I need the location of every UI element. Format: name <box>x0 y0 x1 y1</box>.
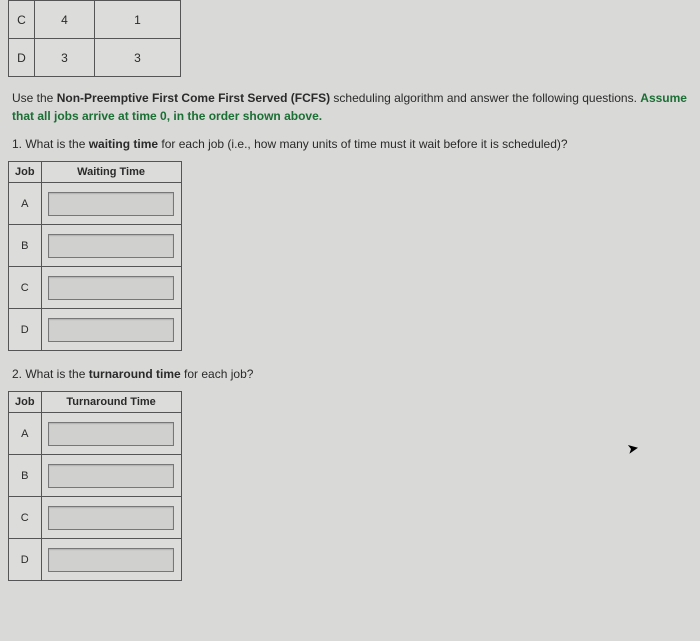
question-1-prompt: 1. What is the waiting time for each job… <box>12 135 688 153</box>
q1-bold: waiting time <box>89 137 158 151</box>
q2-pre: What is the <box>25 367 88 381</box>
turnaround-time-table: Job Turnaround Time A B C D <box>8 391 182 581</box>
table-row: B <box>9 225 182 267</box>
value-cell: 3 <box>35 39 95 77</box>
question-2-prompt: 2. What is the turnaround time for each … <box>12 365 688 383</box>
table-header-row: Job Turnaround Time <box>9 392 182 413</box>
turnaround-time-d-input[interactable] <box>48 548 174 572</box>
job-label: D <box>9 539 42 581</box>
waiting-time-c-input[interactable] <box>48 276 174 300</box>
job-label: C <box>9 497 42 539</box>
job-label: B <box>9 225 42 267</box>
instruction-pre: Use the <box>12 91 57 105</box>
waiting-time-a-input[interactable] <box>48 192 174 216</box>
input-cell <box>41 183 181 225</box>
table-row: B <box>9 455 182 497</box>
instruction-mid: scheduling algorithm and answer the foll… <box>330 91 640 105</box>
input-cell <box>41 455 181 497</box>
job-header: Job <box>9 392 42 413</box>
value-cell: 3 <box>95 39 181 77</box>
turnaround-time-b-input[interactable] <box>48 464 174 488</box>
instruction-bold: Non-Preemptive First Come First Served (… <box>57 91 330 105</box>
table-row: C <box>9 497 182 539</box>
turnaround-time-header: Turnaround Time <box>41 392 181 413</box>
table-row: D <box>9 309 182 351</box>
job-header: Job <box>9 162 42 183</box>
job-label: A <box>9 413 42 455</box>
table-row: C <box>9 267 182 309</box>
job-data-table-partial: C 4 1 D 3 3 <box>8 0 181 77</box>
waiting-time-d-input[interactable] <box>48 318 174 342</box>
turnaround-time-c-input[interactable] <box>48 506 174 530</box>
input-cell <box>41 267 181 309</box>
waiting-time-table: Job Waiting Time A B C D <box>8 161 182 351</box>
q2-post: for each job? <box>181 367 254 381</box>
job-label: D <box>9 309 42 351</box>
input-cell <box>41 309 181 351</box>
value-cell: 1 <box>95 1 181 39</box>
table-row: C 4 1 <box>9 1 181 39</box>
input-cell <box>41 225 181 267</box>
turnaround-time-a-input[interactable] <box>48 422 174 446</box>
table-row: A <box>9 413 182 455</box>
table-row: D <box>9 539 182 581</box>
q1-post: for each job (i.e., how many units of ti… <box>158 137 568 151</box>
job-cell: C <box>9 1 35 39</box>
q1-pre: What is the <box>25 137 88 151</box>
q1-num: 1. <box>12 137 25 151</box>
input-cell <box>41 413 181 455</box>
waiting-time-b-input[interactable] <box>48 234 174 258</box>
job-label: C <box>9 267 42 309</box>
job-cell: D <box>9 39 35 77</box>
table-row: A <box>9 183 182 225</box>
waiting-time-header: Waiting Time <box>41 162 181 183</box>
q2-num: 2. <box>12 367 25 381</box>
value-cell: 4 <box>35 1 95 39</box>
input-cell <box>41 539 181 581</box>
job-label: B <box>9 455 42 497</box>
table-header-row: Job Waiting Time <box>9 162 182 183</box>
job-label: A <box>9 183 42 225</box>
input-cell <box>41 497 181 539</box>
instruction-text: Use the Non-Preemptive First Come First … <box>12 89 688 125</box>
table-row: D 3 3 <box>9 39 181 77</box>
q2-bold: turnaround time <box>89 367 181 381</box>
